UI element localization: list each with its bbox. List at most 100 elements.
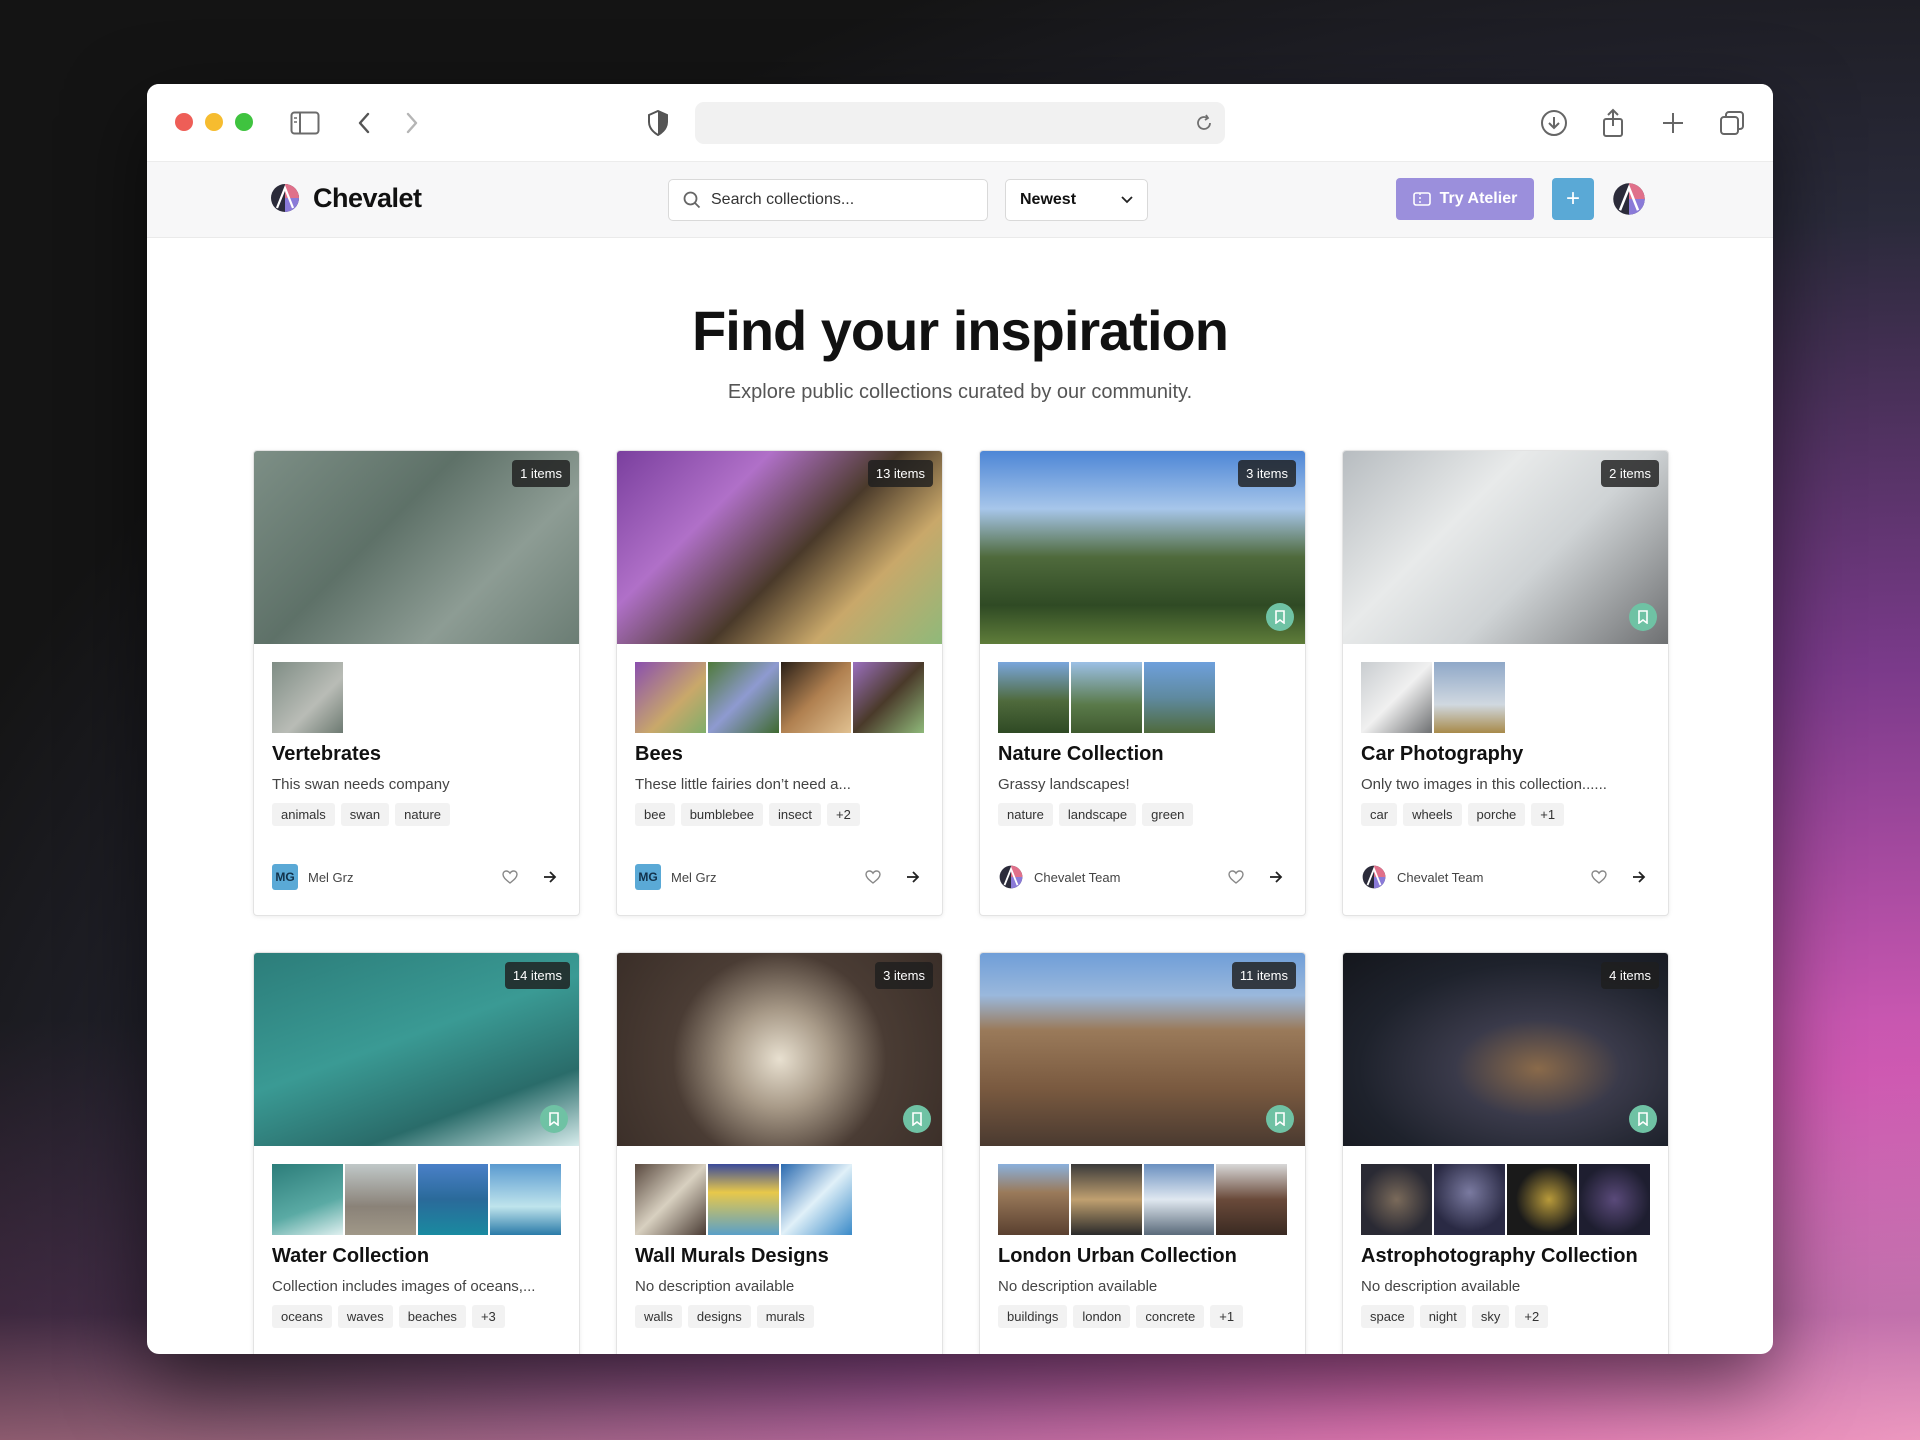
back-icon[interactable] — [347, 106, 381, 140]
tag-chip[interactable]: waves — [337, 1305, 393, 1328]
tag-chip[interactable]: beaches — [398, 1305, 466, 1328]
tag-chip[interactable]: animals — [272, 803, 335, 826]
tab-overview-icon[interactable] — [1715, 106, 1749, 140]
address-bar[interactable] — [695, 102, 1225, 144]
sort-select[interactable]: Newest — [1005, 179, 1148, 221]
reload-icon[interactable] — [1191, 110, 1217, 136]
tag-chip[interactable]: walls — [635, 1305, 682, 1328]
thumbnail-image[interactable] — [1579, 1164, 1650, 1235]
tag-chip[interactable]: bumblebee — [680, 803, 764, 826]
author-avatar[interactable]: MG — [272, 864, 298, 890]
thumbnail-image[interactable] — [781, 1164, 852, 1235]
arrow-right-icon[interactable] — [539, 866, 561, 888]
tag-chip[interactable]: landscape — [1058, 803, 1137, 826]
thumbnail-image[interactable] — [1143, 1164, 1215, 1235]
collection-card[interactable]: 3 items Nature Collection Grassy landscape… — [979, 450, 1306, 916]
arrow-right-icon[interactable] — [1265, 866, 1287, 888]
arrow-right-icon[interactable] — [902, 866, 924, 888]
bookmark-icon[interactable] — [1266, 1105, 1294, 1133]
tag-chip[interactable]: +2 — [1515, 1305, 1549, 1328]
collection-title[interactable]: London Urban Collection — [980, 1235, 1305, 1268]
tag-chip[interactable]: bee — [635, 803, 675, 826]
thumbnail-image[interactable] — [1361, 1164, 1432, 1235]
sidebar-toggle-icon[interactable] — [288, 106, 322, 140]
tag-chip[interactable]: murals — [756, 1305, 814, 1328]
collection-title[interactable]: Astrophotography Collection — [1343, 1235, 1668, 1268]
tag-chip[interactable]: concrete — [1136, 1305, 1205, 1328]
heart-icon[interactable] — [862, 866, 884, 888]
heart-icon[interactable] — [1225, 866, 1247, 888]
tag-chip[interactable]: nature — [395, 803, 451, 826]
collection-cover-image[interactable]: 3 items — [980, 451, 1305, 644]
thumbnail-image[interactable] — [1071, 662, 1142, 733]
collection-card[interactable]: 13 items Bees These little fairies don’t n… — [616, 450, 943, 916]
collection-cover-image[interactable]: 1 items — [254, 451, 579, 644]
tag-chip[interactable]: sky — [1471, 1305, 1510, 1328]
collection-cover-image[interactable]: 2 items — [1343, 451, 1668, 644]
thumbnail-image[interactable] — [707, 662, 779, 733]
thumbnail-image[interactable] — [1070, 1164, 1142, 1235]
minimize-window-button[interactable] — [205, 113, 223, 131]
brand[interactable]: Chevalet — [269, 182, 422, 214]
downloads-icon[interactable] — [1537, 106, 1571, 140]
tag-chip[interactable]: +1 — [1531, 803, 1565, 826]
bookmark-icon[interactable] — [903, 1105, 931, 1133]
tag-chip[interactable]: green — [1142, 803, 1194, 826]
search-input[interactable] — [711, 191, 961, 209]
heart-icon[interactable] — [1588, 866, 1610, 888]
collection-card[interactable]: 4 items Astrophotography Collection No des… — [1342, 952, 1669, 1354]
collection-title[interactable]: Car Photography — [1343, 733, 1668, 766]
tag-chip[interactable]: insect — [769, 803, 821, 826]
thumbnail-image[interactable] — [1434, 662, 1505, 733]
collection-title[interactable]: Vertebrates — [254, 733, 579, 766]
author-avatar[interactable] — [1361, 864, 1387, 890]
add-collection-button[interactable]: + — [1552, 178, 1594, 220]
thumbnail-image[interactable] — [853, 662, 924, 733]
zoom-window-button[interactable] — [235, 113, 253, 131]
try-atelier-button[interactable]: Try Atelier — [1396, 178, 1534, 220]
new-tab-icon[interactable] — [1656, 106, 1690, 140]
thumbnail-image[interactable] — [1144, 662, 1215, 733]
heart-icon[interactable] — [499, 866, 521, 888]
bookmark-icon[interactable] — [1266, 603, 1294, 631]
collection-cover-image[interactable]: 11 items — [980, 953, 1305, 1146]
thumbnail-image[interactable] — [490, 1164, 561, 1235]
thumbnail-image[interactable] — [1216, 1164, 1287, 1235]
collection-title[interactable]: Nature Collection — [980, 733, 1305, 766]
collection-card[interactable]: 1 items Vertebrates This swan needs compan… — [253, 450, 580, 916]
bookmark-icon[interactable] — [540, 1105, 568, 1133]
thumbnail-image[interactable] — [1506, 1164, 1578, 1235]
arrow-right-icon[interactable] — [1628, 866, 1650, 888]
forward-icon[interactable] — [395, 106, 429, 140]
thumbnail-image[interactable] — [272, 1164, 343, 1235]
thumbnail-image[interactable] — [344, 1164, 416, 1235]
privacy-shield-icon[interactable] — [641, 106, 675, 140]
thumbnail-image[interactable] — [998, 662, 1069, 733]
tag-chip[interactable]: +1 — [1210, 1305, 1244, 1328]
collection-cover-image[interactable]: 4 items — [1343, 953, 1668, 1146]
collection-card[interactable]: 11 items London Urban Collection No descri… — [979, 952, 1306, 1354]
collection-card[interactable]: 14 items Water Collection Collection inclu… — [253, 952, 580, 1354]
tag-chip[interactable]: +2 — [827, 803, 860, 826]
close-window-button[interactable] — [175, 113, 193, 131]
collection-cover-image[interactable]: 13 items — [617, 451, 942, 644]
tag-chip[interactable]: nature — [998, 803, 1053, 826]
thumbnail-image[interactable] — [417, 1164, 489, 1235]
bookmark-icon[interactable] — [1629, 603, 1657, 631]
share-icon[interactable] — [1596, 106, 1630, 140]
user-avatar[interactable] — [1611, 181, 1647, 217]
thumbnail-image[interactable] — [780, 662, 852, 733]
collection-title[interactable]: Bees — [617, 733, 942, 766]
author-avatar[interactable] — [998, 864, 1024, 890]
author-avatar[interactable]: MG — [635, 864, 661, 890]
thumbnail-image[interactable] — [272, 662, 343, 733]
tag-chip[interactable]: car — [1361, 803, 1398, 826]
thumbnail-image[interactable] — [635, 662, 706, 733]
author-name[interactable]: Chevalet Team — [1397, 870, 1570, 885]
tag-chip[interactable]: designs — [687, 1305, 751, 1328]
collection-card[interactable]: 2 items Car Photography Only two images in… — [1342, 450, 1669, 916]
thumbnail-image[interactable] — [1361, 662, 1432, 733]
author-name[interactable]: Chevalet Team — [1034, 870, 1207, 885]
tag-chip[interactable]: +3 — [471, 1305, 505, 1328]
bookmark-icon[interactable] — [1629, 1105, 1657, 1133]
